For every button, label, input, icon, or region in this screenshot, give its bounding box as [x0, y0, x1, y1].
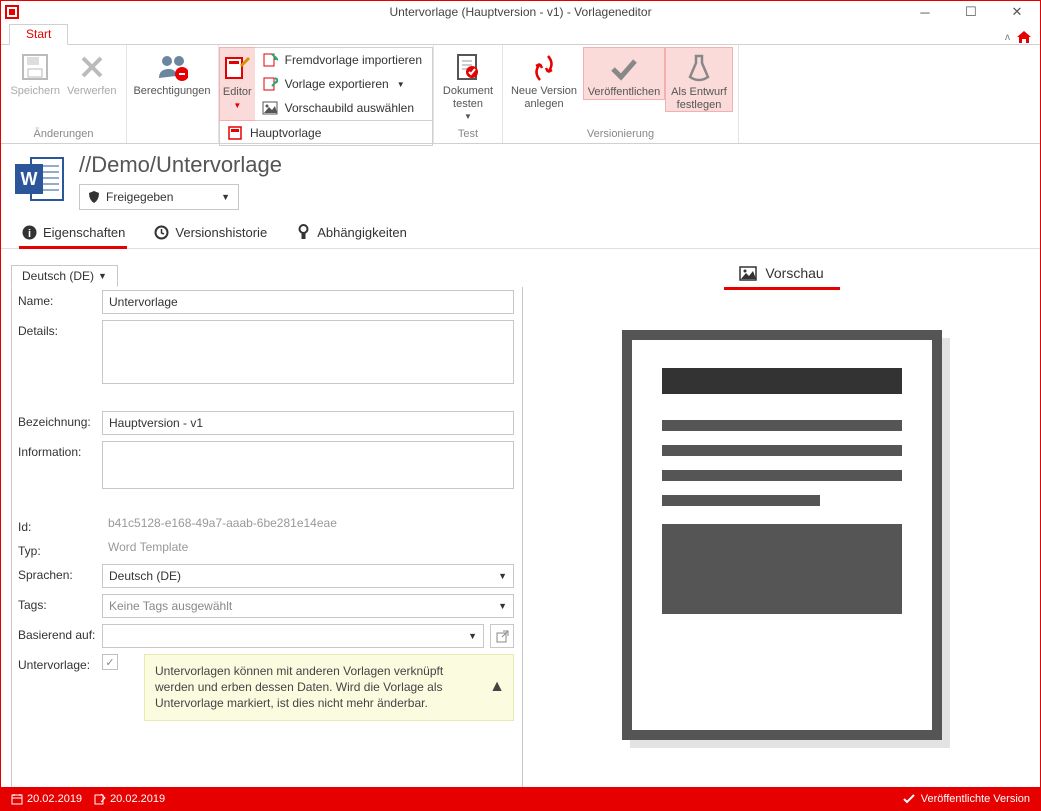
- calendar-icon: [11, 793, 23, 805]
- language-tab[interactable]: Deutsch (DE) ▼: [11, 265, 118, 287]
- chevron-down-icon: ▼: [233, 101, 241, 110]
- main-template-menuitem[interactable]: Hauptvorlage: [219, 121, 433, 146]
- new-version-button[interactable]: Neue Version anlegen: [505, 47, 583, 110]
- tab-dependencies[interactable]: Abhängigkeiten: [293, 218, 409, 248]
- label-name: Name:: [18, 290, 102, 308]
- collapse-ribbon-icon[interactable]: ʌ: [1005, 32, 1010, 43]
- draft-icon: [683, 52, 715, 84]
- main-template-icon: [226, 124, 244, 142]
- tags-select[interactable]: Keine Tags ausgewählt▼: [102, 594, 514, 618]
- check-icon: [903, 794, 915, 804]
- permissions-icon: [156, 51, 188, 83]
- preview-title: Vorschau: [765, 265, 823, 281]
- group-changes-label: Änderungen: [1, 126, 126, 143]
- created-date: 20.02.2019: [27, 793, 82, 805]
- tab-start[interactable]: Start: [9, 24, 68, 45]
- languages-select[interactable]: Deutsch (DE)▼: [102, 564, 514, 588]
- tab-version-history[interactable]: Versionshistorie: [151, 218, 269, 248]
- minimize-button[interactable]: ─: [902, 1, 948, 23]
- statusbar: 20.02.2019 20.02.2019 Veröffentlichte Ve…: [1, 787, 1040, 810]
- home-icon[interactable]: [1016, 30, 1032, 44]
- tab-properties[interactable]: i Eigenschaften: [19, 218, 127, 248]
- designation-input[interactable]: [102, 411, 514, 435]
- chevron-down-icon: ▼: [98, 271, 107, 281]
- thumbnail-icon: [261, 99, 279, 117]
- dependencies-icon: [295, 224, 311, 240]
- app-icon: [1, 1, 23, 23]
- close-button[interactable]: ✕: [994, 1, 1040, 23]
- edit-icon: [94, 793, 106, 805]
- discard-button[interactable]: Verwerfen: [64, 47, 121, 98]
- document-path: //Demo/Untervorlage: [79, 152, 282, 178]
- label-designation: Bezeichnung:: [18, 411, 102, 429]
- based-on-select[interactable]: ▼: [102, 624, 484, 648]
- chevron-down-icon: ▼: [498, 571, 507, 581]
- svg-text:W: W: [21, 169, 38, 189]
- label-information: Information:: [18, 441, 102, 459]
- id-value: b41c5128-e168-49a7-aaab-6be281e14eae: [102, 512, 343, 534]
- label-tags: Tags:: [18, 594, 102, 612]
- group-versioning-label: Versionierung: [503, 126, 738, 143]
- document-test-icon: [452, 51, 484, 83]
- publish-button[interactable]: Veröffentlichen: [583, 47, 665, 100]
- modified-date: 20.02.2019: [110, 793, 165, 805]
- image-icon: [739, 266, 757, 281]
- export-template[interactable]: Vorlage exportieren ▼: [255, 72, 432, 96]
- warning-icon: ▲: [489, 676, 505, 698]
- subtemplate-checkbox[interactable]: ✓: [102, 654, 118, 670]
- chevron-down-icon: ▼: [397, 80, 405, 89]
- svg-text:i: i: [27, 228, 30, 240]
- status-dropdown[interactable]: Freigegeben ▼: [79, 184, 239, 210]
- import-icon: [261, 51, 279, 69]
- label-languages: Sprachen:: [18, 564, 102, 582]
- label-subtemplate: Untervorlage:: [18, 654, 102, 672]
- info-icon: i: [21, 224, 37, 240]
- save-button[interactable]: Speichern: [7, 47, 64, 98]
- editor-icon: [221, 52, 253, 84]
- export-icon: [261, 75, 279, 93]
- type-value: Word Template: [102, 536, 194, 558]
- window-title: Untervorlage (Hauptversion - v1) - Vorla…: [1, 5, 1040, 19]
- chevron-down-icon: ▼: [464, 112, 472, 121]
- editor-button[interactable]: Editor ▼: [219, 47, 255, 121]
- document-test-button[interactable]: Dokument testen ▼: [440, 47, 496, 121]
- label-based-on: Basierend auf:: [18, 624, 102, 642]
- published-version-label: Veröffentlichte Version: [921, 793, 1030, 805]
- chevron-down-icon: ▼: [498, 601, 507, 611]
- word-icon: W: [13, 152, 67, 206]
- ribbon: Speichern Verwerfen Änderungen Berechtig…: [1, 45, 1040, 144]
- open-external-button[interactable]: [490, 624, 514, 648]
- discard-icon: [76, 51, 108, 83]
- ribbon-tabstrip: Start ʌ: [1, 23, 1040, 45]
- preview-panel: Vorschau: [523, 249, 1040, 787]
- details-input[interactable]: [102, 320, 514, 384]
- label-details: Details:: [18, 320, 102, 338]
- group-test-label: Test: [434, 126, 502, 143]
- import-foreign-template[interactable]: Fremdvorlage importieren: [255, 48, 432, 72]
- shield-icon: [88, 190, 100, 204]
- maximize-button[interactable]: ☐: [948, 1, 994, 23]
- subtemplate-info: Untervorlagen können mit anderen Vorlage…: [144, 654, 514, 721]
- titlebar: Untervorlage (Hauptversion - v1) - Vorla…: [1, 1, 1040, 23]
- history-icon: [153, 224, 169, 240]
- permissions-button[interactable]: Berechtigungen: [133, 47, 211, 98]
- new-version-icon: [528, 51, 560, 83]
- information-input[interactable]: [102, 441, 514, 489]
- properties-form: Deutsch (DE) ▼ Name: Details: Bezeichnun…: [1, 249, 523, 787]
- name-input[interactable]: [102, 290, 514, 314]
- publish-icon: [608, 52, 640, 84]
- set-draft-button[interactable]: Als Entwurf festlegen: [665, 47, 733, 112]
- label-id: Id:: [18, 516, 102, 534]
- document-header: W //Demo/Untervorlage Freigegeben ▼: [1, 144, 1040, 214]
- select-thumbnail[interactable]: Vorschaubild auswählen: [255, 96, 432, 120]
- nav-tabs: i Eigenschaften Versionshistorie Abhängi…: [1, 214, 1040, 249]
- preview-thumbnail: [622, 330, 942, 740]
- chevron-down-icon: ▼: [221, 192, 230, 202]
- save-icon: [19, 51, 51, 83]
- chevron-down-icon: ▼: [468, 631, 477, 641]
- label-type: Typ:: [18, 540, 102, 558]
- external-link-icon: [496, 630, 509, 643]
